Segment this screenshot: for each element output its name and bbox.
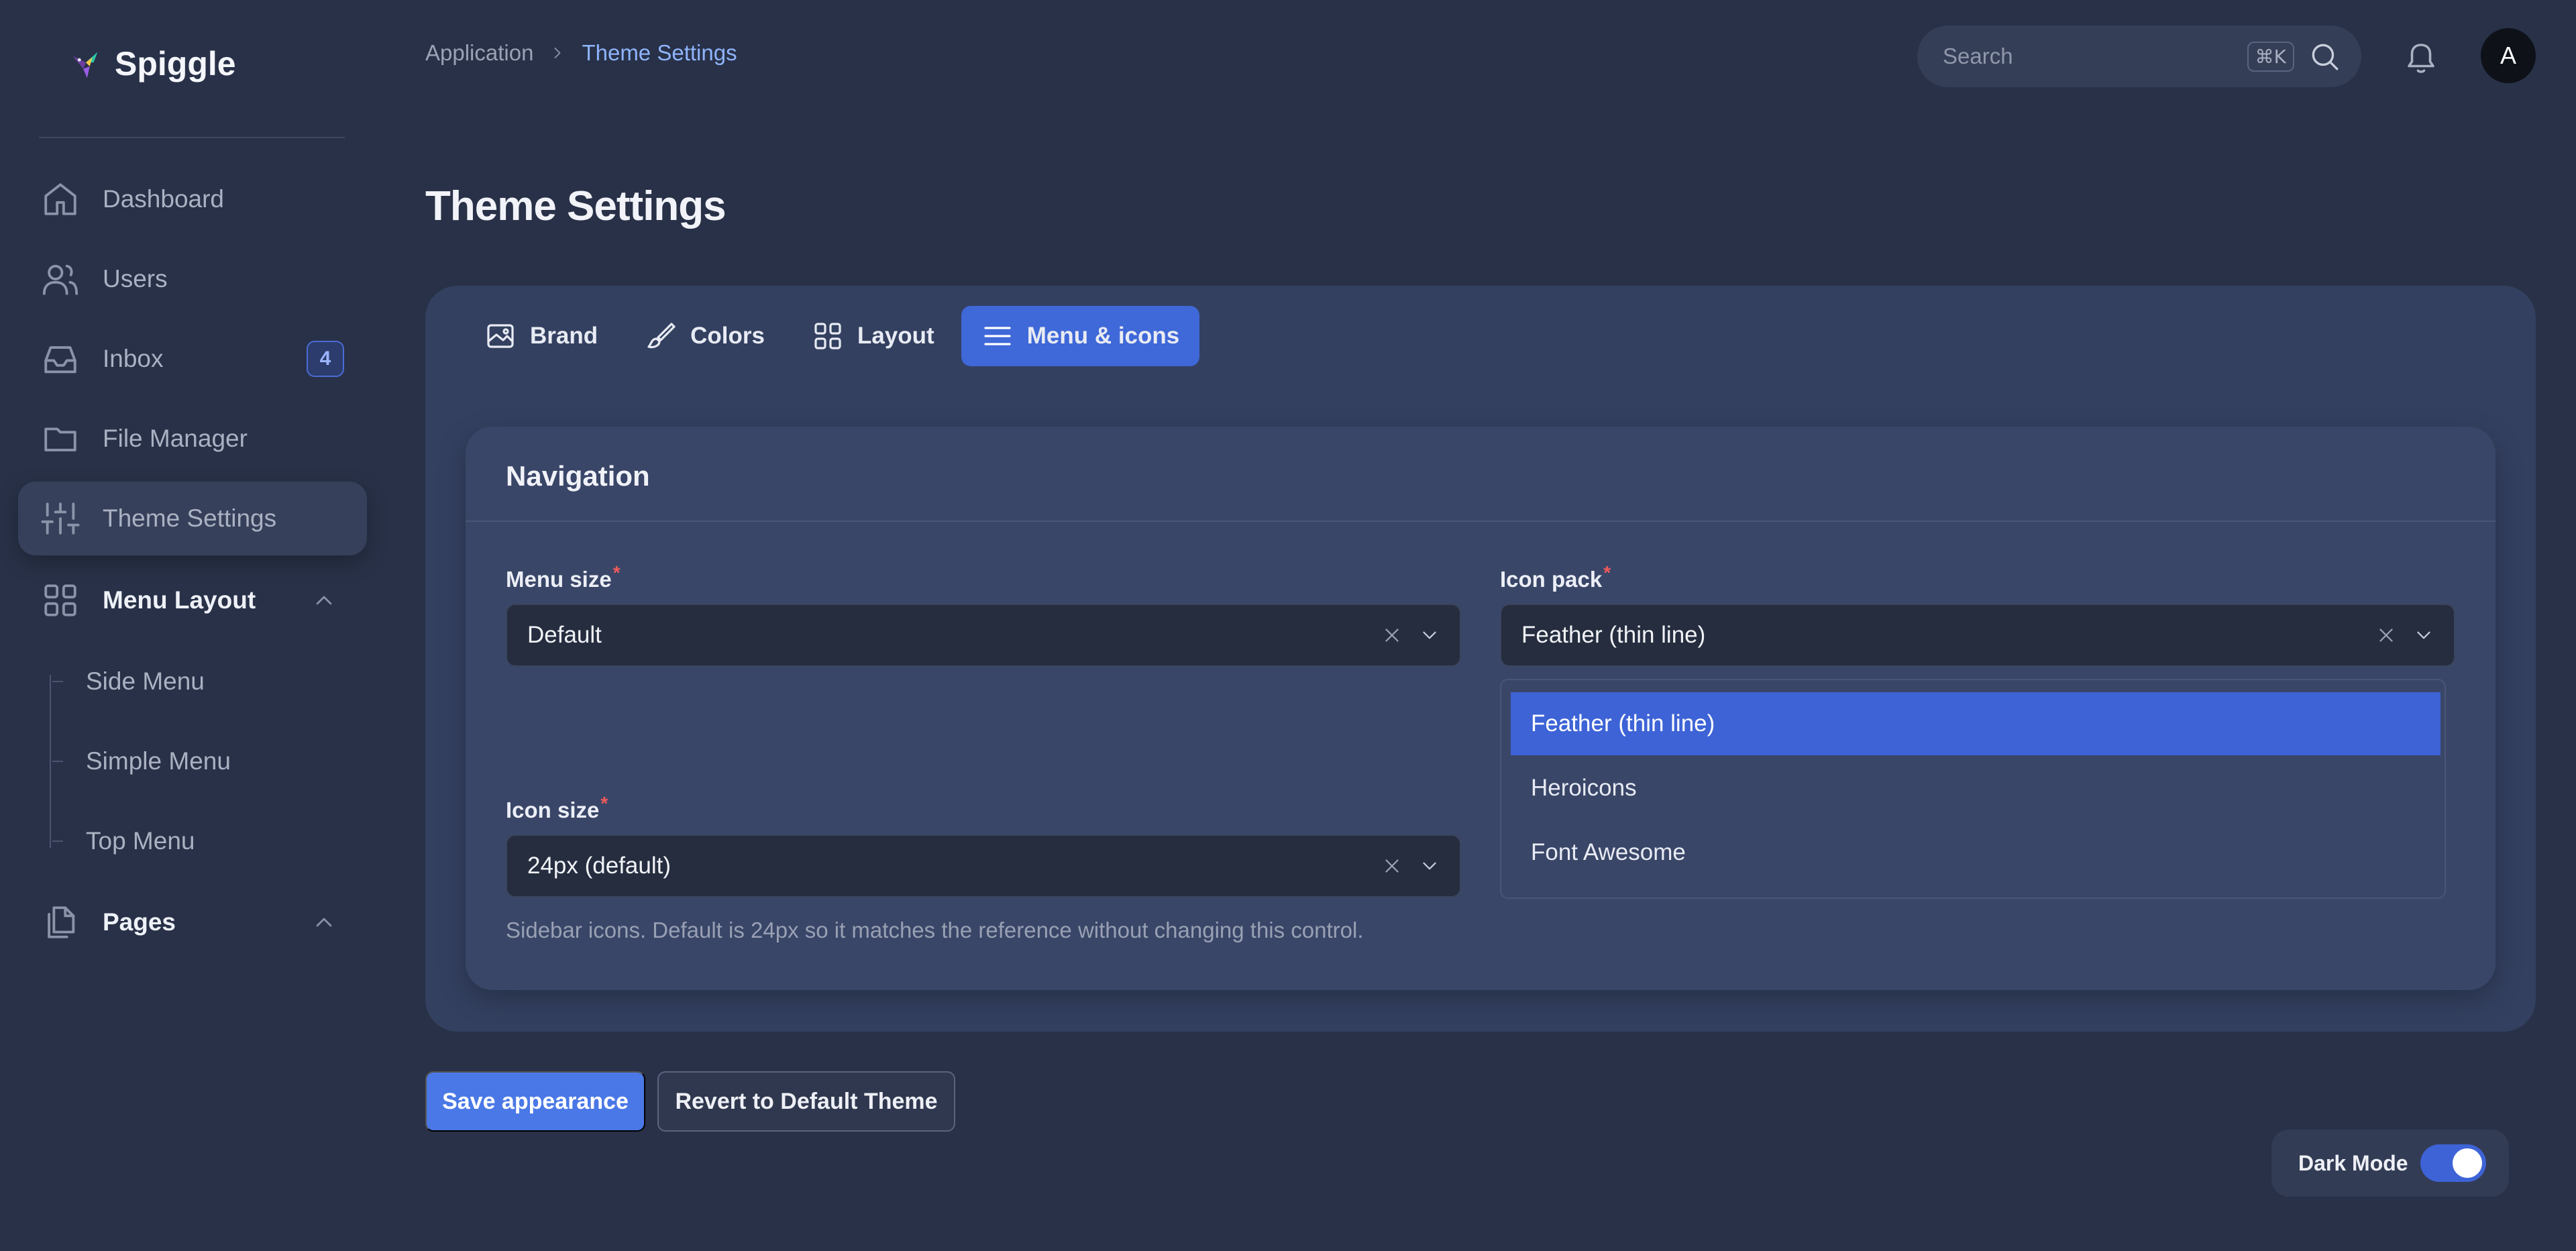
sidebar-item-theme-settings[interactable]: Theme Settings (18, 482, 367, 555)
settings-panel: Brand Colors Layout Menu & icons Navigat… (425, 286, 2536, 1032)
brand-name: Spiggle (115, 45, 236, 83)
tab-label: Brand (530, 323, 598, 349)
icon-size-helper-text: Sidebar icons. Default is 24px so it mat… (506, 918, 1364, 942)
sidebar-item-label: File Manager (103, 425, 248, 452)
search-icon[interactable] (2308, 40, 2341, 73)
chevron-down-icon[interactable] (1418, 624, 1441, 647)
menu-lines-icon (984, 327, 1011, 345)
sidebar-item-pages[interactable]: Pages (18, 885, 367, 959)
inbox-count-badge: 4 (307, 341, 344, 377)
search-shortcut-hint: ⌘K (2247, 41, 2294, 72)
sidebar-item-users[interactable]: Users (18, 242, 367, 316)
chevron-down-icon[interactable] (1418, 855, 1441, 877)
avatar[interactable]: A (2481, 28, 2536, 83)
tab-layout[interactable]: Layout (792, 306, 955, 366)
home-icon (44, 183, 76, 215)
required-asterisk: * (1603, 562, 1611, 583)
files-icon (48, 906, 75, 938)
submenu-item-label: Side Menu (86, 667, 205, 695)
tab-label: Colors (690, 323, 765, 349)
navigation-card: Navigation Menu size* Default Icon pack*… (466, 427, 2496, 990)
tab-colors[interactable]: Colors (625, 306, 785, 366)
submenu-item-side-menu[interactable]: Side Menu (52, 655, 205, 708)
icon-pack-select[interactable]: Feather (thin line) (1500, 604, 2455, 667)
chevron-up-icon[interactable] (311, 587, 337, 614)
icon-pack-value: Feather (thin line) (1521, 622, 1706, 648)
layout-grid-icon (814, 323, 841, 349)
brush-icon (647, 323, 676, 349)
required-asterisk: * (600, 793, 608, 814)
icon-size-value: 24px (default) (527, 853, 672, 879)
revert-theme-button[interactable]: Revert to Default Theme (657, 1071, 955, 1132)
sidebar-item-menu-layout[interactable]: Menu Layout (18, 563, 367, 637)
dark-mode-toggle[interactable] (2420, 1144, 2486, 1182)
icon-size-label-text: Icon size (506, 798, 600, 822)
dark-mode-control: Dark Mode (2271, 1130, 2509, 1197)
clear-icon[interactable] (1381, 855, 1403, 877)
breadcrumb-root-link[interactable]: Application (425, 40, 533, 66)
chevron-down-icon[interactable] (2412, 624, 2435, 647)
sidebar-item-label: Menu Layout (103, 586, 256, 614)
clear-icon[interactable] (2375, 624, 2398, 647)
search-placeholder: Search (1943, 44, 2013, 68)
tab-menu-icons[interactable]: Menu & icons (961, 306, 1200, 366)
folder-icon (44, 427, 76, 451)
dark-mode-label: Dark Mode (2298, 1150, 2408, 1175)
users-icon (42, 264, 78, 295)
save-appearance-button[interactable]: Save appearance (425, 1071, 645, 1132)
breadcrumb-current: Theme Settings (582, 40, 737, 65)
submenu-tick (52, 681, 63, 682)
sliders-icon (41, 502, 80, 535)
breadcrumb: Application Theme Settings (425, 40, 737, 66)
icon-size-label: Icon size* (506, 793, 608, 823)
sidebar-item-label: Dashboard (103, 185, 225, 213)
dropdown-option-feather[interactable]: Feather (thin line) (1511, 692, 2440, 755)
clear-icon[interactable] (1381, 624, 1403, 647)
search-input[interactable]: Search ⌘K (1917, 25, 2361, 87)
hummingbird-logo-icon (72, 52, 98, 78)
card-title: Navigation (506, 460, 650, 492)
toggle-knob (2453, 1148, 2482, 1178)
grid-icon (44, 584, 76, 616)
submenu-item-top-menu[interactable]: Top Menu (52, 814, 195, 868)
image-icon (487, 324, 514, 348)
tab-bar: Brand Colors Layout Menu & icons (464, 306, 1206, 366)
submenu-tick (52, 761, 63, 762)
tab-label: Layout (857, 323, 934, 349)
submenu-tick (52, 840, 63, 842)
sidebar-item-label: Inbox (103, 345, 164, 372)
sidebar-divider (39, 137, 345, 138)
sidebar-item-label: Theme Settings (103, 504, 277, 532)
card-divider (466, 521, 2496, 522)
sidebar-item-file-manager[interactable]: File Manager (18, 402, 367, 476)
menu-size-select[interactable]: Default (506, 604, 1461, 667)
menu-size-value: Default (527, 622, 602, 648)
sidebar: Spiggle Dashboard Users Inbox 4 File Man… (0, 0, 379, 1251)
sidebar-item-label: Users (103, 265, 168, 292)
chevron-up-icon[interactable] (311, 909, 337, 936)
required-asterisk: * (612, 562, 621, 583)
tab-label: Menu & icons (1026, 323, 1180, 349)
menu-size-label-text: Menu size (506, 567, 612, 592)
submenu-guide-line (50, 675, 51, 848)
page-title: Theme Settings (425, 183, 727, 229)
submenu-item-simple-menu[interactable]: Simple Menu (52, 735, 231, 788)
submenu-item-label: Top Menu (86, 827, 195, 855)
menu-size-label: Menu size* (506, 562, 621, 592)
bell-icon[interactable] (2403, 39, 2439, 75)
icon-pack-label: Icon pack* (1500, 562, 1611, 592)
sidebar-item-label: Pages (103, 908, 176, 936)
dropdown-option-heroicons[interactable]: Heroicons (1511, 757, 2440, 820)
chevron-right-icon (555, 48, 561, 58)
sidebar-item-dashboard[interactable]: Dashboard (18, 162, 367, 236)
dropdown-option-font-awesome[interactable]: Font Awesome (1511, 821, 2440, 884)
icon-pack-dropdown: Feather (thin line) Heroicons Font Aweso… (1500, 679, 2446, 899)
tab-brand[interactable]: Brand (464, 306, 618, 366)
inbox-icon (44, 346, 76, 374)
icon-pack-label-text: Icon pack (1500, 567, 1603, 592)
sidebar-item-inbox[interactable]: Inbox 4 (18, 322, 367, 396)
submenu-item-label: Simple Menu (86, 747, 231, 775)
icon-size-select[interactable]: 24px (default) (506, 834, 1461, 898)
brand[interactable]: Spiggle (64, 43, 236, 85)
